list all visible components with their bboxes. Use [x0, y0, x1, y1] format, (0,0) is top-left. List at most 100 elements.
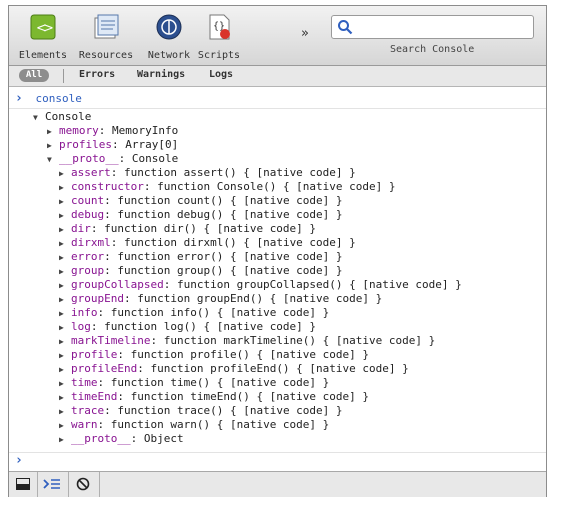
scripts-icon: {} — [204, 12, 234, 42]
collapsed-triangle-icon[interactable]: ▶ — [59, 349, 71, 363]
console-output: › console ▼ Console ▶ memory: MemoryInfo ▶ p… — [9, 87, 546, 471]
filter-all[interactable]: All — [19, 69, 49, 82]
dock-icon[interactable] — [12, 475, 34, 493]
console-drawer-icon[interactable] — [41, 475, 63, 493]
console-input-line: › console — [15, 92, 82, 106]
property-row[interactable]: ▶ group: function group() { [native code]… — [59, 264, 343, 279]
collapsed-triangle-icon[interactable]: ▶ — [59, 195, 71, 209]
property-row[interactable]: ▶ dir: function dir() { [native code] } — [59, 222, 316, 237]
property-row[interactable]: ▶ groupEnd: function groupEnd() { [native… — [59, 292, 382, 307]
property-row[interactable]: ▶ markTimeline: function markTimeline() {… — [59, 334, 435, 349]
property-row[interactable]: ▶ memory: MemoryInfo — [47, 124, 178, 139]
property-row[interactable]: ▶ groupCollapsed: function groupCollapsed… — [59, 278, 462, 293]
collapsed-triangle-icon[interactable]: ▶ — [59, 391, 71, 405]
divider — [37, 472, 38, 497]
collapsed-triangle-icon[interactable]: ▶ — [59, 363, 71, 377]
property-key: dirxml — [71, 236, 111, 249]
property-row[interactable]: ▶ assert: function assert() { [native cod… — [59, 166, 356, 181]
tab-resources[interactable]: Resources — [76, 12, 136, 61]
property-value: function trace() { [native code] } — [117, 404, 343, 417]
property-value: function profile() { [native code] } — [130, 348, 370, 361]
separator: : — [123, 292, 138, 305]
divider — [9, 108, 546, 109]
clear-console-icon[interactable] — [72, 475, 94, 493]
property-row[interactable]: ▶ count: function count() { [native code]… — [59, 194, 343, 209]
collapsed-triangle-icon[interactable]: ▶ — [59, 419, 71, 433]
property-key: __proto__ — [59, 152, 119, 165]
collapsed-triangle-icon[interactable]: ▶ — [59, 265, 71, 279]
collapsed-triangle-icon[interactable]: ▶ — [59, 321, 71, 335]
collapsed-triangle-icon[interactable]: ▶ — [59, 279, 71, 293]
collapsed-triangle-icon[interactable]: ▶ — [47, 139, 59, 153]
expanded-triangle-icon: ▼ — [33, 113, 38, 122]
property-value: function groupEnd() { [native code] } — [137, 292, 383, 305]
collapsed-triangle-icon[interactable]: ▶ — [59, 237, 71, 251]
property-row[interactable]: ▶ debug: function debug() { [native code]… — [59, 208, 343, 223]
network-icon — [154, 12, 184, 42]
tab-elements[interactable]: < > Elements — [13, 12, 73, 61]
property-value: function groupCollapsed() { [native code… — [176, 278, 462, 291]
property-key: constructor — [71, 180, 144, 193]
property-row[interactable]: ▶ time: function time() { [native code] } — [59, 376, 329, 391]
collapsed-triangle-icon[interactable]: ▶ — [47, 125, 59, 139]
property-value: function profileEnd() { [native code] } — [150, 362, 409, 375]
filter-bar: All Errors Warnings Logs — [9, 66, 546, 87]
collapsed-triangle-icon[interactable]: ▶ — [59, 335, 71, 349]
property-row[interactable]: ▶ profileEnd: function profileEnd() { [na… — [59, 362, 409, 377]
property-key: log — [71, 320, 91, 333]
tab-label: Scripts — [197, 50, 241, 61]
property-value: function debug() { [native code] } — [117, 208, 343, 221]
console-prompt[interactable]: › — [15, 454, 23, 468]
property-key: timeEnd — [71, 390, 118, 403]
filter-divider — [63, 69, 64, 83]
collapsed-triangle-icon[interactable]: ▶ — [59, 181, 71, 195]
collapsed-triangle-icon[interactable]: ▶ — [59, 223, 71, 237]
property-row[interactable]: ▶ timeEnd: function timeEnd() { [native c… — [59, 390, 369, 405]
property-value: function time() { [native code] } — [110, 376, 330, 389]
property-row[interactable]: ▶ dirxml: function dirxml() { [native cod… — [59, 236, 356, 251]
tab-scripts[interactable]: {} Scripts — [189, 12, 249, 61]
property-key: group — [71, 264, 105, 277]
property-row[interactable]: ▼ __proto__: Console — [47, 152, 178, 167]
property-row[interactable]: ▶ log: function log() { [native code] } — [59, 320, 316, 335]
collapsed-triangle-icon[interactable]: ▶ — [59, 433, 71, 447]
collapsed-triangle-icon[interactable]: ▶ — [59, 307, 71, 321]
collapsed-triangle-icon[interactable]: ▶ — [59, 251, 71, 265]
collapsed-triangle-icon[interactable]: ▶ — [59, 167, 71, 181]
expanded-triangle-icon[interactable]: ▼ — [47, 153, 59, 167]
separator: : — [104, 264, 118, 277]
collapsed-triangle-icon[interactable]: ▶ — [59, 293, 71, 307]
search-input[interactable] — [331, 15, 534, 39]
property-row[interactable]: ▶ __proto__: Object — [59, 432, 184, 447]
property-value: function group() { [native code] } — [117, 264, 343, 277]
object-root[interactable]: ▼ Console — [33, 110, 91, 125]
devtools-window: < > Elements Resources Network {} Script… — [8, 5, 547, 497]
property-key: error — [71, 250, 105, 263]
filter-errors[interactable]: Errors — [79, 69, 115, 80]
separator: : — [98, 124, 112, 137]
divider — [68, 472, 69, 497]
property-row[interactable]: ▶ profile: function profile() { [native c… — [59, 348, 369, 363]
property-row[interactable]: ▶ error: function error() { [native code]… — [59, 250, 343, 265]
property-value: Console — [131, 152, 179, 165]
filter-warnings[interactable]: Warnings — [137, 69, 185, 80]
toolbar: < > Elements Resources Network {} Script… — [9, 6, 546, 66]
filter-logs[interactable]: Logs — [209, 69, 233, 80]
property-key: trace — [71, 404, 105, 417]
property-row[interactable]: ▶ trace: function trace() { [native code]… — [59, 404, 343, 419]
collapsed-triangle-icon[interactable]: ▶ — [59, 405, 71, 419]
collapsed-triangle-icon[interactable]: ▶ — [59, 209, 71, 223]
svg-text:>: > — [43, 21, 54, 36]
separator: : — [110, 166, 124, 179]
property-row[interactable]: ▶ profiles: Array[0] — [47, 138, 178, 153]
property-row[interactable]: ▶ warn: function warn() { [native code] } — [59, 418, 329, 433]
divider — [99, 472, 100, 497]
property-row[interactable]: ▶ info: function info() { [native code] } — [59, 306, 329, 321]
property-value: MemoryInfo — [112, 124, 179, 137]
property-key: count — [71, 194, 105, 207]
separator: : — [97, 306, 111, 319]
property-row[interactable]: ▶ constructor: function Console() { [nati… — [59, 180, 396, 195]
property-value: function timeEnd() { [native code] } — [130, 390, 370, 403]
collapsed-triangle-icon[interactable]: ▶ — [59, 377, 71, 391]
more-tabs-button[interactable]: » — [301, 26, 309, 41]
